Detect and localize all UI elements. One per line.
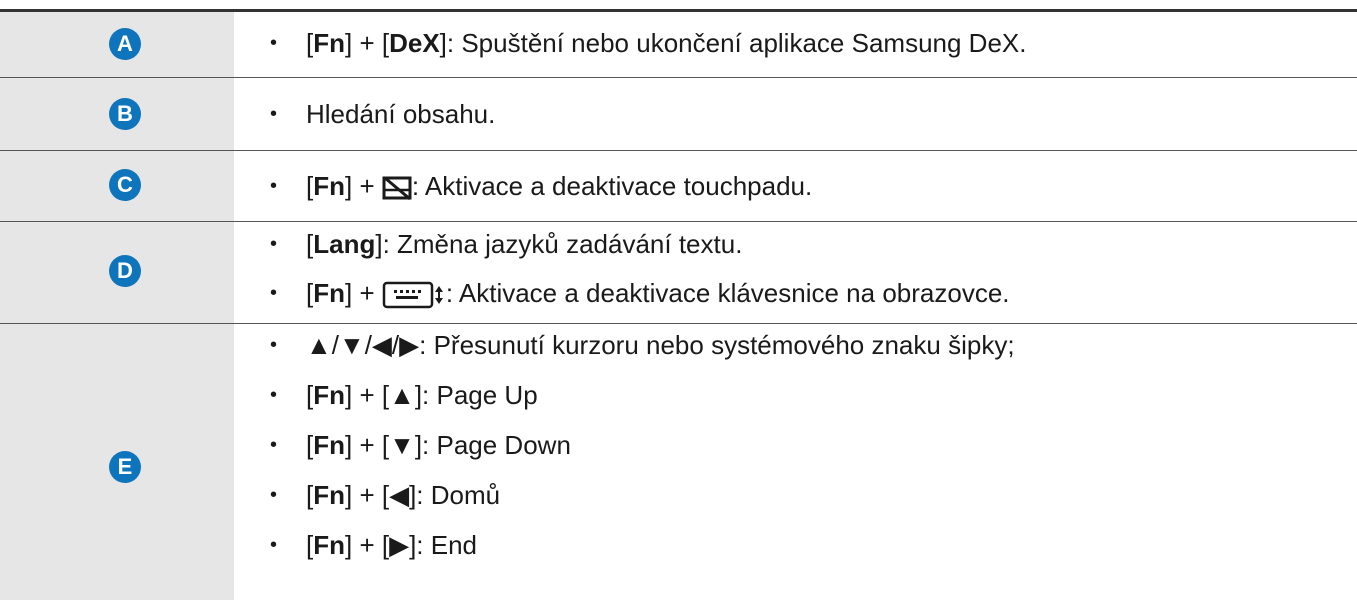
badge-a: A [109,28,141,60]
bullet: • [270,175,278,197]
bullet: • [270,434,278,456]
badge-e: E [109,451,141,483]
touchpad-off-icon [382,176,412,201]
badge-d: D [109,255,141,287]
bullet: • [270,282,278,304]
row-e: E • ▲/▼/◀/▶: Přesunutí kurzoru nebo syst… [0,324,1357,600]
bullet: • [270,484,278,506]
keyboard-icon [382,281,443,309]
badge-b: B [109,98,141,130]
row-a: A • [Fn] + [DeX]: Spuštění nebo ukončení… [0,12,1357,77]
row-d: D • [Lang]: Změna jazyků zadávání textu.… [0,222,1357,323]
bullet: • [270,103,278,125]
bullet: • [270,32,278,54]
bullet: • [270,233,278,255]
badge-c: C [109,169,141,201]
bullet: • [270,534,278,556]
shortcut-table: A • [Fn] + [DeX]: Spuštění nebo ukončení… [0,0,1357,600]
bullet: • [270,334,278,356]
bullet: • [270,384,278,406]
row-b: B • Hledání obsahu. [0,78,1357,150]
row-c: C • [Fn] + : Aktivace a deaktivace touch… [0,151,1357,221]
